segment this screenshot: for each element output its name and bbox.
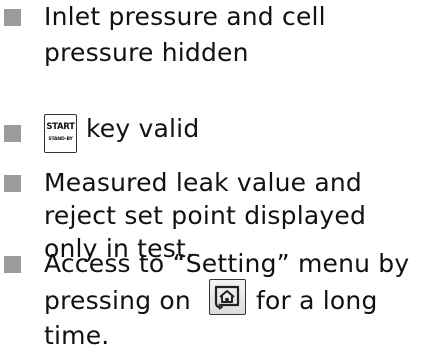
item-text-line: key valid (86, 114, 200, 143)
bullet-square-icon (4, 9, 21, 26)
key-label-standby: STAND-BY (48, 137, 73, 142)
bullet-list: Inlet pressure and cell pressure hidden … (0, 0, 423, 358)
item-text-line: reject set point displayed (44, 201, 367, 230)
item-text-line: for a long (256, 286, 378, 315)
start-standby-key-icon: START STAND-BY (44, 114, 77, 153)
item-text-line: Measured leak value and (44, 168, 363, 197)
item-text-line: Access to “Setting” menu by (44, 249, 410, 278)
home-glyph-icon (214, 285, 240, 310)
item-text-line: Inlet pressure and cell (44, 2, 326, 31)
item-text-line: time. (44, 321, 110, 350)
bullet-square-icon (4, 175, 21, 192)
home-key-icon (209, 279, 246, 315)
bullet-square-icon (4, 256, 21, 273)
bullet-square-icon (4, 125, 21, 142)
key-label-start: START (46, 122, 75, 132)
item-text-line: pressing on (44, 286, 191, 315)
item-text-line: pressure hidden (44, 38, 249, 67)
